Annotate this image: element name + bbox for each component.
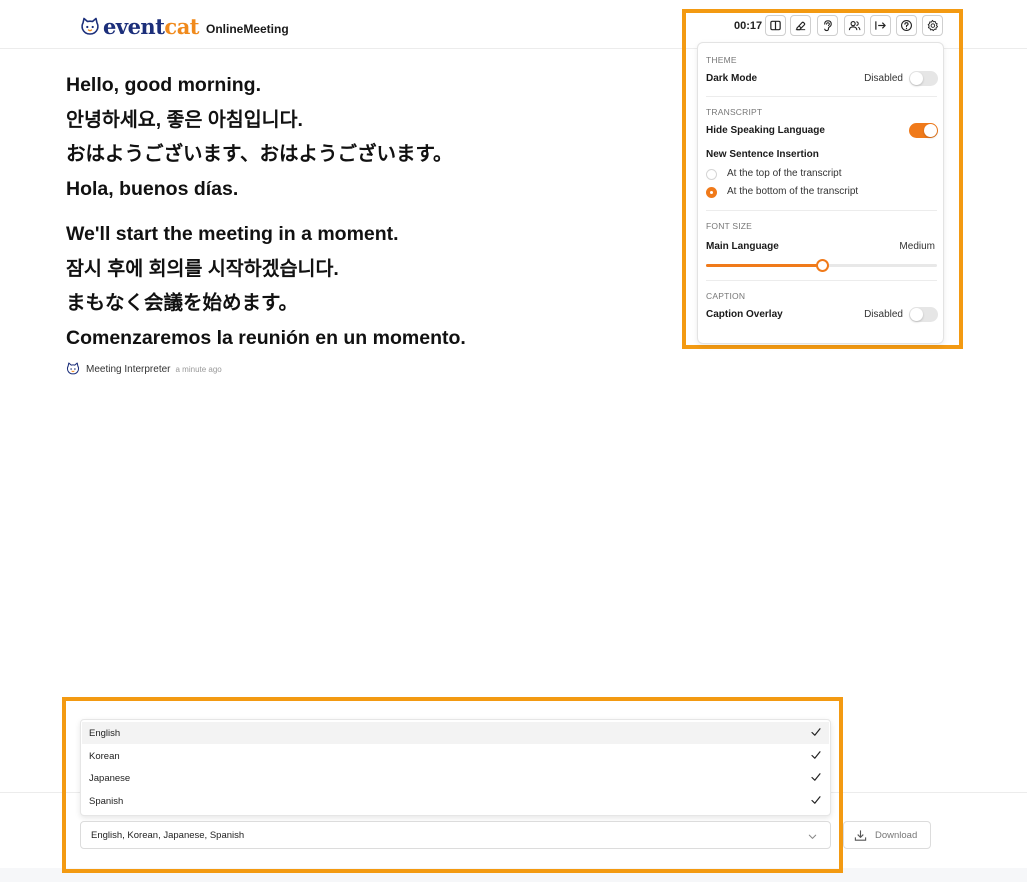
main-language-size-value: Medium bbox=[899, 241, 935, 252]
language-option-label: Spanish bbox=[89, 795, 124, 807]
interpreter-avatar-icon bbox=[66, 362, 80, 375]
insertion-bottom-radio[interactable] bbox=[706, 187, 717, 198]
caption-overlay-status: Disabled bbox=[864, 309, 903, 320]
section-label-font-size: FONT SIZE bbox=[706, 221, 753, 231]
toggle-knob bbox=[910, 308, 923, 321]
eventcat-logo[interactable]: eventcat bbox=[80, 15, 199, 39]
transcript-line-japanese: おはようございます、おはようございます。 bbox=[66, 143, 453, 165]
toggle-knob bbox=[924, 124, 937, 137]
language-option-label: Korean bbox=[89, 750, 120, 762]
check-icon bbox=[811, 796, 821, 804]
language-option-spanish[interactable]: Spanish bbox=[82, 790, 829, 812]
speaker-info: Meeting Interpreter a minute ago bbox=[66, 362, 222, 376]
transcript-block: Hello, good morning. 안녕하세요, 좋은 아침입니다. おは… bbox=[66, 68, 626, 206]
language-option-japanese[interactable]: Japanese bbox=[82, 767, 829, 789]
dark-mode-status: Disabled bbox=[864, 73, 903, 84]
language-option-english[interactable]: English bbox=[82, 722, 829, 744]
transcript-area: Hello, good morning. 안녕하세요, 좋은 아침입니다. おは… bbox=[66, 68, 626, 355]
language-option-label: English bbox=[89, 727, 121, 739]
font-size-slider[interactable] bbox=[706, 259, 937, 272]
section-label-caption: CAPTION bbox=[706, 291, 746, 301]
check-icon bbox=[811, 773, 821, 781]
logo-wordmark: eventcat bbox=[103, 14, 199, 39]
language-option-label: Japanese bbox=[89, 772, 131, 784]
language-select-value: English, Korean, Japanese, Spanish bbox=[91, 830, 245, 841]
speaker-name: Meeting Interpreter bbox=[86, 363, 171, 375]
insertion-top-label[interactable]: At the top of the transcript bbox=[727, 168, 842, 179]
transcript-line-spanish: Comenzaremos la reunión en un momento. bbox=[66, 326, 466, 349]
divider bbox=[706, 210, 937, 211]
new-sentence-insertion-label: New Sentence Insertion bbox=[706, 149, 819, 160]
transcript-block: We'll start the meeting in a moment. 잠시 … bbox=[66, 217, 626, 355]
insertion-bottom-label[interactable]: At the bottom of the transcript bbox=[727, 186, 858, 197]
transcript-line-korean: 안녕하세요, 좋은 아침입니다. bbox=[66, 108, 303, 131]
check-icon bbox=[811, 751, 821, 759]
download-label: Download bbox=[875, 830, 918, 841]
settings-panel: THEME Dark Mode Disabled TRANSCRIPT Hide… bbox=[697, 42, 944, 344]
caption-overlay-label: Caption Overlay bbox=[706, 309, 783, 320]
transcript-line-korean: 잠시 후에 회의를 시작하겠습니다. bbox=[66, 257, 339, 280]
main-language-label: Main Language bbox=[706, 241, 779, 252]
download-icon bbox=[854, 830, 867, 841]
hide-speaking-language-toggle[interactable] bbox=[909, 123, 938, 138]
divider bbox=[706, 96, 937, 97]
section-label-theme: THEME bbox=[706, 55, 737, 65]
caption-overlay-toggle[interactable] bbox=[909, 307, 938, 322]
hide-speaking-language-label: Hide Speaking Language bbox=[706, 125, 825, 136]
download-button[interactable]: Download bbox=[843, 821, 931, 849]
app-name: OnlineMeeting bbox=[206, 22, 289, 36]
slider-thumb[interactable] bbox=[815, 259, 829, 272]
transcript-line-spanish: Hola, buenos días. bbox=[66, 177, 239, 200]
language-select[interactable]: English, Korean, Japanese, Spanish bbox=[80, 821, 831, 849]
dark-mode-label: Dark Mode bbox=[706, 73, 758, 84]
section-label-transcript: TRANSCRIPT bbox=[706, 107, 763, 117]
dark-mode-toggle[interactable] bbox=[909, 71, 938, 86]
chevron-down-icon bbox=[808, 834, 817, 839]
language-dropdown-list: English Korean Japanese Spanish bbox=[80, 719, 831, 816]
cat-logo-icon bbox=[81, 17, 99, 35]
divider bbox=[706, 280, 937, 281]
speaker-timestamp: a minute ago bbox=[175, 364, 222, 374]
language-option-korean[interactable]: Korean bbox=[82, 745, 829, 767]
transcript-line-english: We'll start the meeting in a moment. bbox=[66, 223, 399, 245]
insertion-top-radio[interactable] bbox=[706, 169, 717, 180]
transcript-line-japanese: まもなく会議を始めます。 bbox=[66, 292, 299, 314]
slider-fill bbox=[706, 264, 822, 267]
toggle-knob bbox=[910, 72, 923, 85]
check-icon bbox=[811, 728, 821, 736]
transcript-line-english: Hello, good morning. bbox=[66, 74, 261, 96]
